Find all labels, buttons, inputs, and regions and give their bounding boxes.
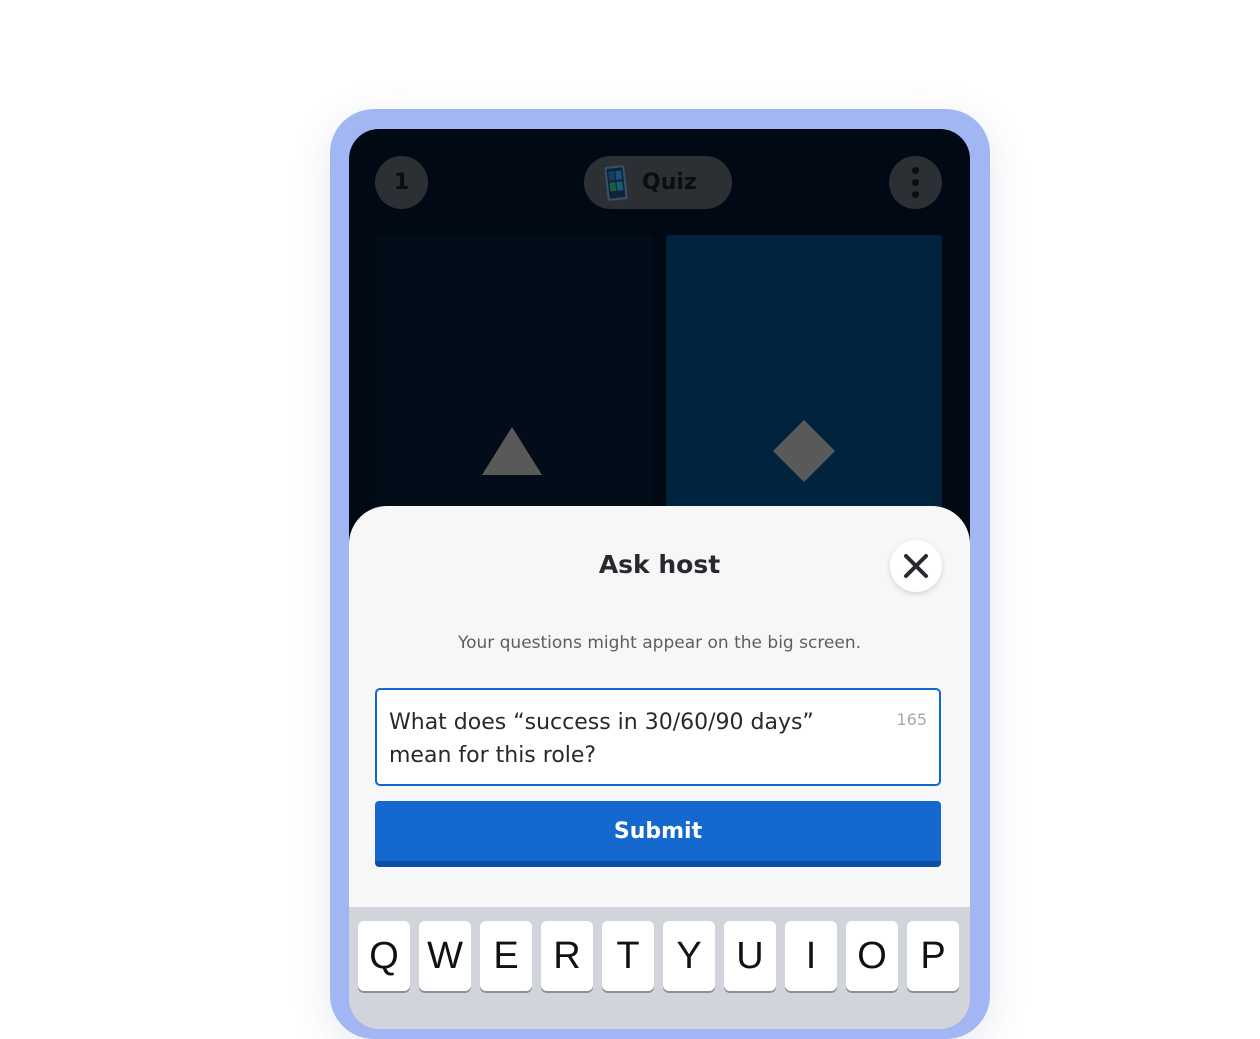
activity-label: Quiz [642,170,697,195]
more-options-button[interactable] [889,156,942,209]
sheet-title: Ask host [598,550,721,579]
triangle-icon [482,427,542,475]
round-badge: 1 [375,156,428,209]
close-button[interactable] [890,540,942,592]
key-t[interactable]: T [602,921,654,991]
activity-pill: Quiz [584,156,732,209]
round-number: 1 [393,170,410,195]
diamond-icon [773,420,835,482]
question-input[interactable]: What does “success in 30/60/90 days” mea… [375,688,941,786]
submit-button[interactable]: Submit [375,801,941,867]
key-i[interactable]: I [785,921,837,991]
key-u[interactable]: U [724,921,776,991]
key-q[interactable]: Q [358,921,410,991]
close-icon [904,554,928,578]
phone-screen: 1 Quiz Ask host Your questions might app… [349,129,970,1029]
key-r[interactable]: R [541,921,593,991]
more-vertical-icon [912,167,919,174]
on-screen-keyboard: Q W E R T Y U I O P [349,907,970,1029]
more-vertical-icon-dot [912,191,919,198]
character-counter: 165 [896,710,927,729]
quiz-icon [604,164,628,201]
key-w[interactable]: W [419,921,471,991]
question-text[interactable]: What does “success in 30/60/90 days” mea… [389,706,859,772]
sheet-subtitle: Your questions might appear on the big s… [457,633,862,653]
key-o[interactable]: O [846,921,898,991]
key-p[interactable]: P [907,921,959,991]
key-e[interactable]: E [480,921,532,991]
more-vertical-icon-dot [912,179,919,186]
key-y[interactable]: Y [663,921,715,991]
